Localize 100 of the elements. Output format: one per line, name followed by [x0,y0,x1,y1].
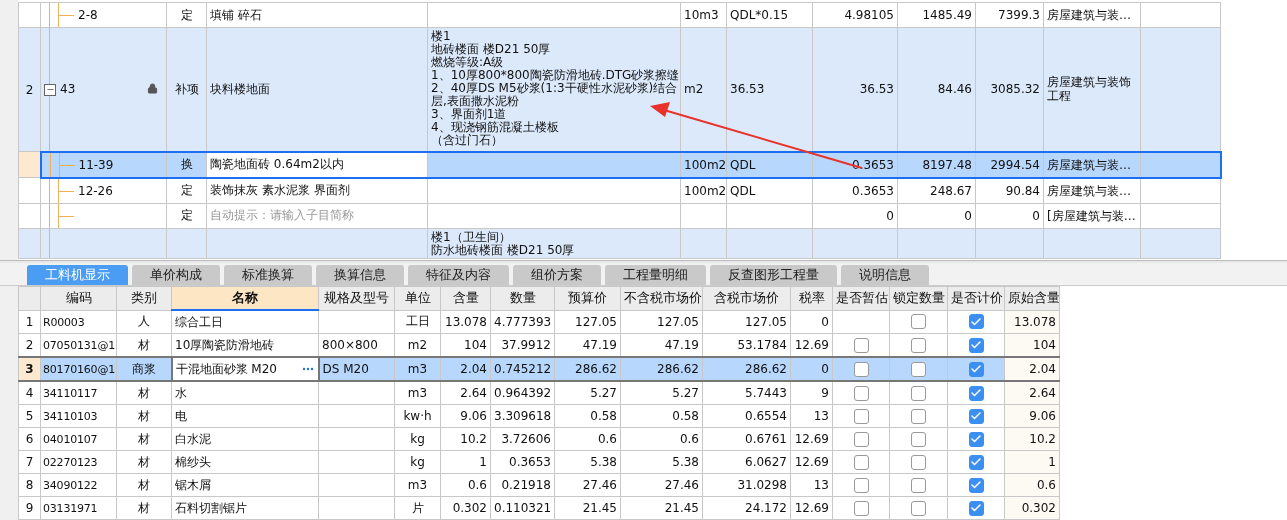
resource-type: 材 [138,500,150,515]
price-excl-tax: 21.45 [664,501,699,515]
checkbox[interactable] [853,337,869,353]
column-header[interactable]: 单位 [394,286,441,310]
price-incl-tax: 31.0298 [737,478,787,492]
budget-price: 5.38 [590,455,617,469]
column-header[interactable]: 不含税市场价 [620,286,703,310]
tab[interactable]: 换算信息 [316,264,404,285]
budget-price: 0.6 [597,432,617,446]
quantity: 4.98105 [844,8,894,22]
tax-rate: 12.69 [794,501,829,515]
checkbox[interactable] [968,500,984,516]
price-excl-tax: 0.6 [679,432,699,446]
specialty: 房屋建筑与装… [1047,8,1131,22]
checkbox[interactable] [968,385,984,401]
unit: 100m2 [684,183,726,198]
price-excl-tax: 127.05 [657,314,699,329]
unit: m3 [407,362,428,376]
column-header[interactable]: 名称 [171,286,319,310]
tab[interactable]: 组价方案 [513,264,601,285]
checkbox[interactable] [853,477,869,493]
checkbox[interactable] [968,431,984,447]
column-header[interactable]: 锁定数量 [889,286,948,310]
price-incl-tax: 286.62 [745,362,787,376]
resource-type: 商浆 [131,361,156,376]
budget-price: 47.19 [582,338,617,352]
budget-price: 5.27 [590,386,617,400]
content: 10.2 [460,432,487,446]
checkbox[interactable] [853,500,869,516]
item-name: 填铺 碎石 [210,7,262,22]
item-code: 12-26 [78,183,113,198]
column-header[interactable]: 类别 [116,286,172,310]
column-header[interactable]: 是否暂估 [832,286,890,310]
tab[interactable]: 单价构成 [132,264,220,285]
item-type: 补项 [174,81,199,96]
unit-price: 0 [964,208,972,223]
original-content: 104 [1033,338,1056,352]
unit: kw·h [403,409,432,423]
checkbox[interactable] [911,337,926,353]
total-price: 7399.3 [998,8,1040,22]
resource-name: 电 [175,408,187,423]
checkbox[interactable] [968,454,984,470]
column-header[interactable]: 含税市场价 [702,286,791,310]
checkbox[interactable] [853,454,869,470]
resource-code: R00003 [43,315,85,329]
specialty: 房屋建筑与装饰工程 [1047,75,1131,104]
checkbox[interactable] [911,431,926,447]
checkbox[interactable] [853,408,869,424]
original-content: 2.64 [1029,386,1056,400]
checkbox[interactable] [911,385,926,401]
checkbox[interactable] [911,314,926,330]
item-type: 定 [180,208,193,222]
original-content: 0.302 [1021,501,1056,515]
checkbox[interactable] [853,361,869,377]
checkbox[interactable] [968,477,984,493]
checkbox[interactable] [853,385,869,401]
tax-rate: 0 [821,314,829,329]
tab[interactable]: 说明信息 [841,264,929,285]
unit-price: 1485.49 [922,8,972,22]
tab[interactable]: 特征及内容 [408,264,509,285]
resource-name: 白水泥 [175,431,211,446]
checkbox[interactable] [968,337,984,353]
specification: 800×800 [322,338,378,352]
quantity: 4.777393 [494,314,552,329]
name-hint: 自动提示：请输入子目简称 [210,208,354,222]
budget-price: 127.05 [575,314,617,329]
resource-name: 干混地面砂浆 M20 [175,361,277,376]
tab[interactable]: 工程量明细 [605,264,706,285]
collapse-icon[interactable] [44,83,56,96]
column-header[interactable]: 规格及型号 [318,286,395,310]
tab[interactable]: 标准换算 [224,264,312,285]
resource-type: 材 [138,477,150,492]
row-number: 7 [18,450,41,474]
checkbox[interactable] [968,361,984,377]
checkbox[interactable] [911,408,926,424]
checkbox[interactable] [911,454,926,470]
tax-rate: 0 [821,362,829,376]
price-incl-tax: 24.172 [745,501,787,515]
column-header[interactable]: 预算价 [554,286,621,310]
checkbox[interactable] [853,431,869,447]
column-header[interactable]: 数量 [490,286,555,310]
column-header[interactable]: 编码 [40,286,117,310]
budget-price: 27.46 [582,478,617,492]
content: 104 [464,338,487,352]
original-content: 2.04 [1029,362,1056,376]
checkbox[interactable] [911,477,926,493]
resource-code: 80170160@1 [43,363,115,376]
resource-name: 水 [175,385,187,400]
feature-line: 燃烧等级:A级 [431,56,505,69]
checkbox[interactable] [911,500,926,516]
checkbox[interactable] [968,314,984,330]
column-header[interactable]: 含量 [440,286,491,310]
column-header[interactable]: 是否计价 [947,286,1005,310]
tax-rate: 12.69 [794,338,829,352]
checkbox[interactable] [968,408,984,424]
checkbox[interactable] [911,361,926,377]
tab[interactable]: 反查图形工程量 [710,264,837,285]
column-header[interactable]: 税率 [790,286,833,310]
more-icon[interactable] [301,367,314,371]
price-excl-tax: 27.46 [664,478,699,492]
